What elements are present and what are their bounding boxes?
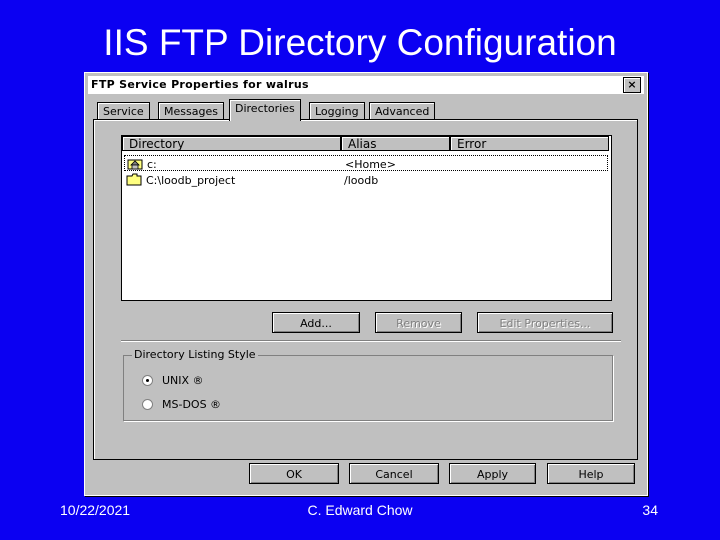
dialog-titlebar[interactable]: FTP Service Properties for walrus ×: [88, 76, 644, 94]
tab-messages[interactable]: Messages: [158, 102, 224, 120]
tab-service[interactable]: Service: [97, 102, 150, 120]
listing-style-legend: Directory Listing Style: [132, 348, 258, 361]
separator: [121, 340, 621, 342]
row-directory: c:: [147, 158, 157, 171]
table-row[interactable]: C:\loodb_project /loodb: [124, 172, 608, 188]
close-icon: ×: [627, 78, 637, 91]
msdos-radio[interactable]: [142, 399, 153, 410]
tab-logging[interactable]: Logging: [309, 102, 365, 120]
msdos-radio-label[interactable]: MS-DOS ®: [162, 398, 221, 411]
unix-radio[interactable]: [142, 375, 153, 386]
table-row[interactable]: c: <Home>: [124, 155, 608, 171]
folder-icon: [126, 173, 142, 186]
edit-properties-button[interactable]: Edit Properties...: [477, 312, 613, 333]
ok-button[interactable]: OK: [249, 463, 339, 484]
radio-selected-dot: [146, 379, 149, 382]
tab-advanced[interactable]: Advanced: [369, 102, 436, 120]
remove-button[interactable]: Remove: [375, 312, 462, 333]
row-alias: <Home>: [345, 158, 396, 171]
footer-author: C. Edward Chow: [307, 502, 413, 518]
row-directory: C:\loodb_project: [146, 174, 236, 187]
column-header-alias[interactable]: Alias: [341, 136, 450, 151]
column-header-directory[interactable]: Directory: [122, 136, 341, 151]
cancel-button[interactable]: Cancel: [349, 463, 439, 484]
tab-directories[interactable]: Directories: [229, 99, 301, 121]
add-button[interactable]: Add...: [272, 312, 360, 333]
footer-page-number: 34: [642, 502, 658, 518]
dialog-title: FTP Service Properties for walrus: [91, 78, 309, 91]
directory-table[interactable]: Directory Alias Error c: <Home> C:\loodb…: [121, 135, 612, 301]
help-button[interactable]: Help: [547, 463, 635, 484]
apply-button[interactable]: Apply: [449, 463, 536, 484]
ftp-properties-dialog: FTP Service Properties for walrus × Serv…: [84, 72, 648, 496]
unix-radio-label[interactable]: UNIX ®: [162, 374, 204, 387]
listing-style-group: Directory Listing Style UNIX ® MS-DOS ®: [123, 348, 613, 421]
column-header-error[interactable]: Error: [450, 136, 609, 151]
slide-title: IIS FTP Directory Configuration: [103, 22, 617, 63]
row-alias: /loodb: [344, 174, 379, 187]
home-folder-icon: [127, 159, 143, 170]
close-button[interactable]: ×: [623, 77, 641, 93]
